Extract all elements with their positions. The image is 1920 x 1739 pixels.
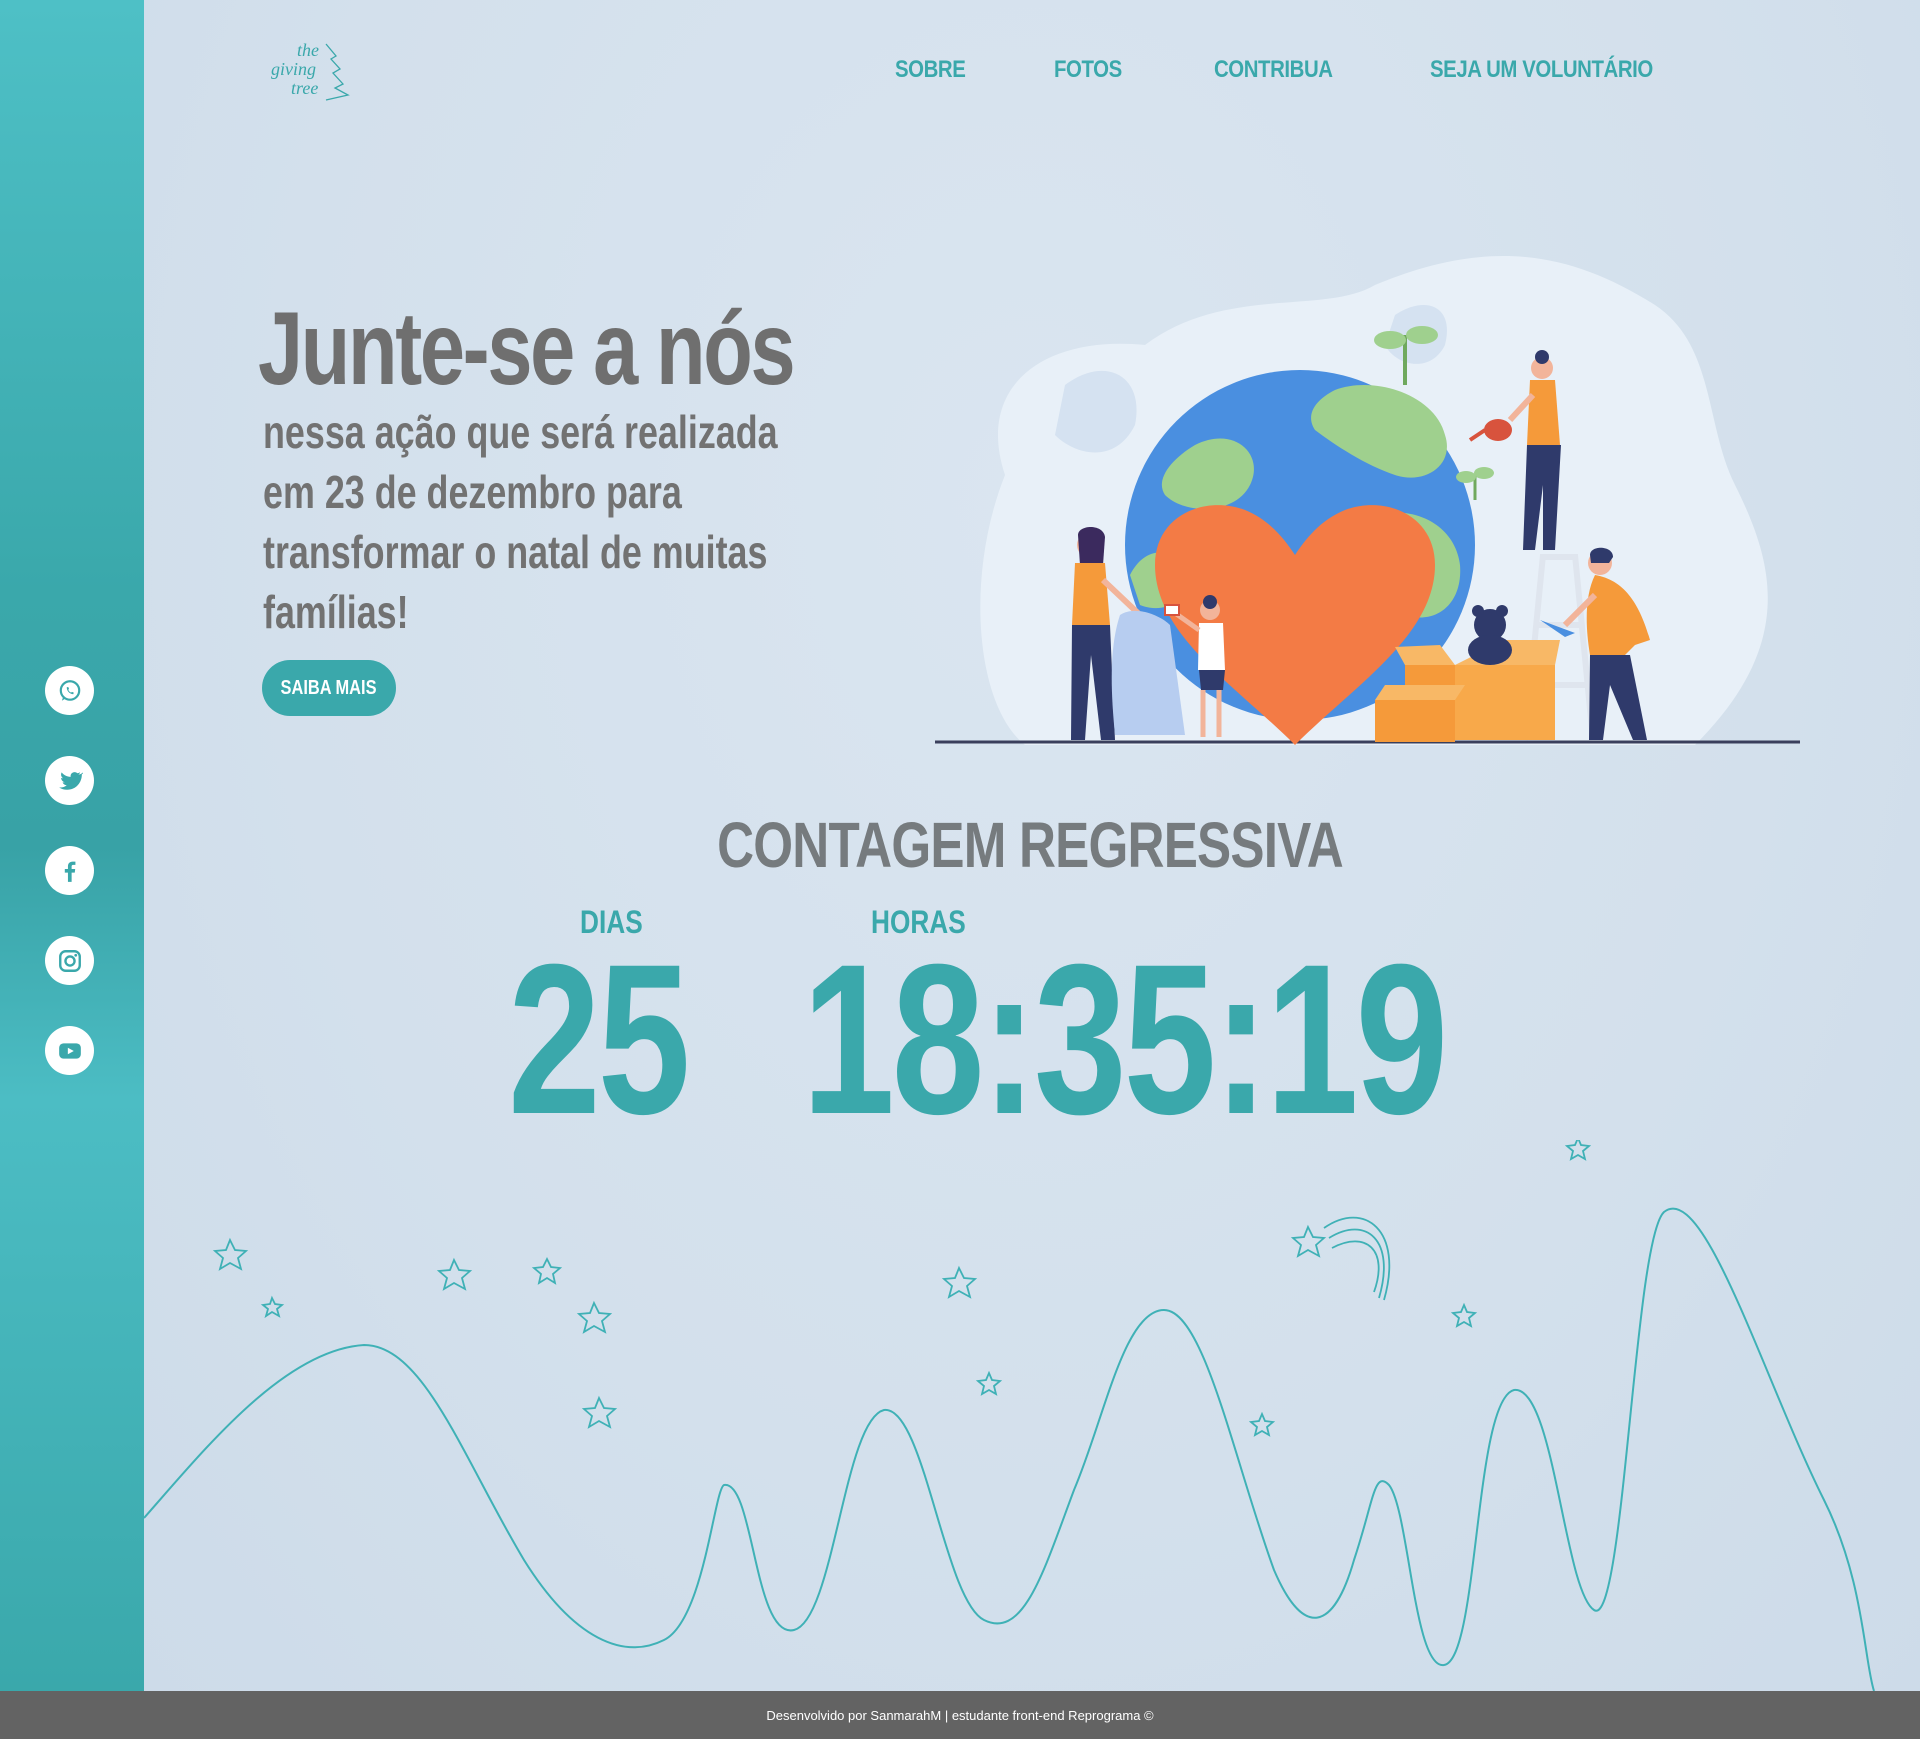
star-icons <box>212 1140 1592 1437</box>
logo-line-2: giving <box>271 59 316 79</box>
brand-logo[interactable]: the giving tree <box>270 40 360 110</box>
facebook-icon <box>64 861 75 882</box>
whatsapp-link[interactable] <box>45 666 94 715</box>
footer: Desenvolvido por SanmarahM | estudante f… <box>0 1691 1920 1739</box>
youtube-link[interactable] <box>45 1026 94 1075</box>
volunteers-illustration <box>935 256 1800 745</box>
nav-fotos[interactable]: FOTOS <box>1054 56 1122 84</box>
twitter-link[interactable] <box>45 756 94 805</box>
hero-subtitle: nessa ação que será realizada em 23 de d… <box>263 406 778 638</box>
facebook-link[interactable] <box>45 846 94 895</box>
logo-line-1: the <box>297 40 319 60</box>
days-value: 25 <box>508 920 691 1159</box>
nav-seja-voluntario[interactable]: SEJA UM VOLUNTÁRIO <box>1430 56 1653 84</box>
time-value: 18:35:19 <box>802 920 1448 1159</box>
instagram-icon <box>58 949 81 972</box>
nav-sobre[interactable]: SOBRE <box>895 56 966 84</box>
instagram-link[interactable] <box>45 936 94 985</box>
hero-title: Junte-se a nós <box>258 291 796 407</box>
twitter-icon <box>58 771 83 790</box>
tree-outline-icon <box>325 43 350 101</box>
logo-line-3: tree <box>291 78 319 98</box>
nav-contribua[interactable]: CONTRIBUA <box>1214 56 1333 84</box>
footer-credits: Desenvolvido por SanmarahM | estudante f… <box>766 1707 1154 1723</box>
countdown-title: CONTAGEM REGRESSIVA <box>717 809 1344 881</box>
saiba-mais-button[interactable]: SAIBA MAIS <box>262 660 396 716</box>
youtube-icon <box>58 1042 81 1059</box>
saiba-mais-label: SAIBA MAIS <box>281 676 377 699</box>
decorative-waves <box>144 1140 1875 1691</box>
social-sidebar <box>0 0 144 1691</box>
whatsapp-icon <box>59 679 80 701</box>
